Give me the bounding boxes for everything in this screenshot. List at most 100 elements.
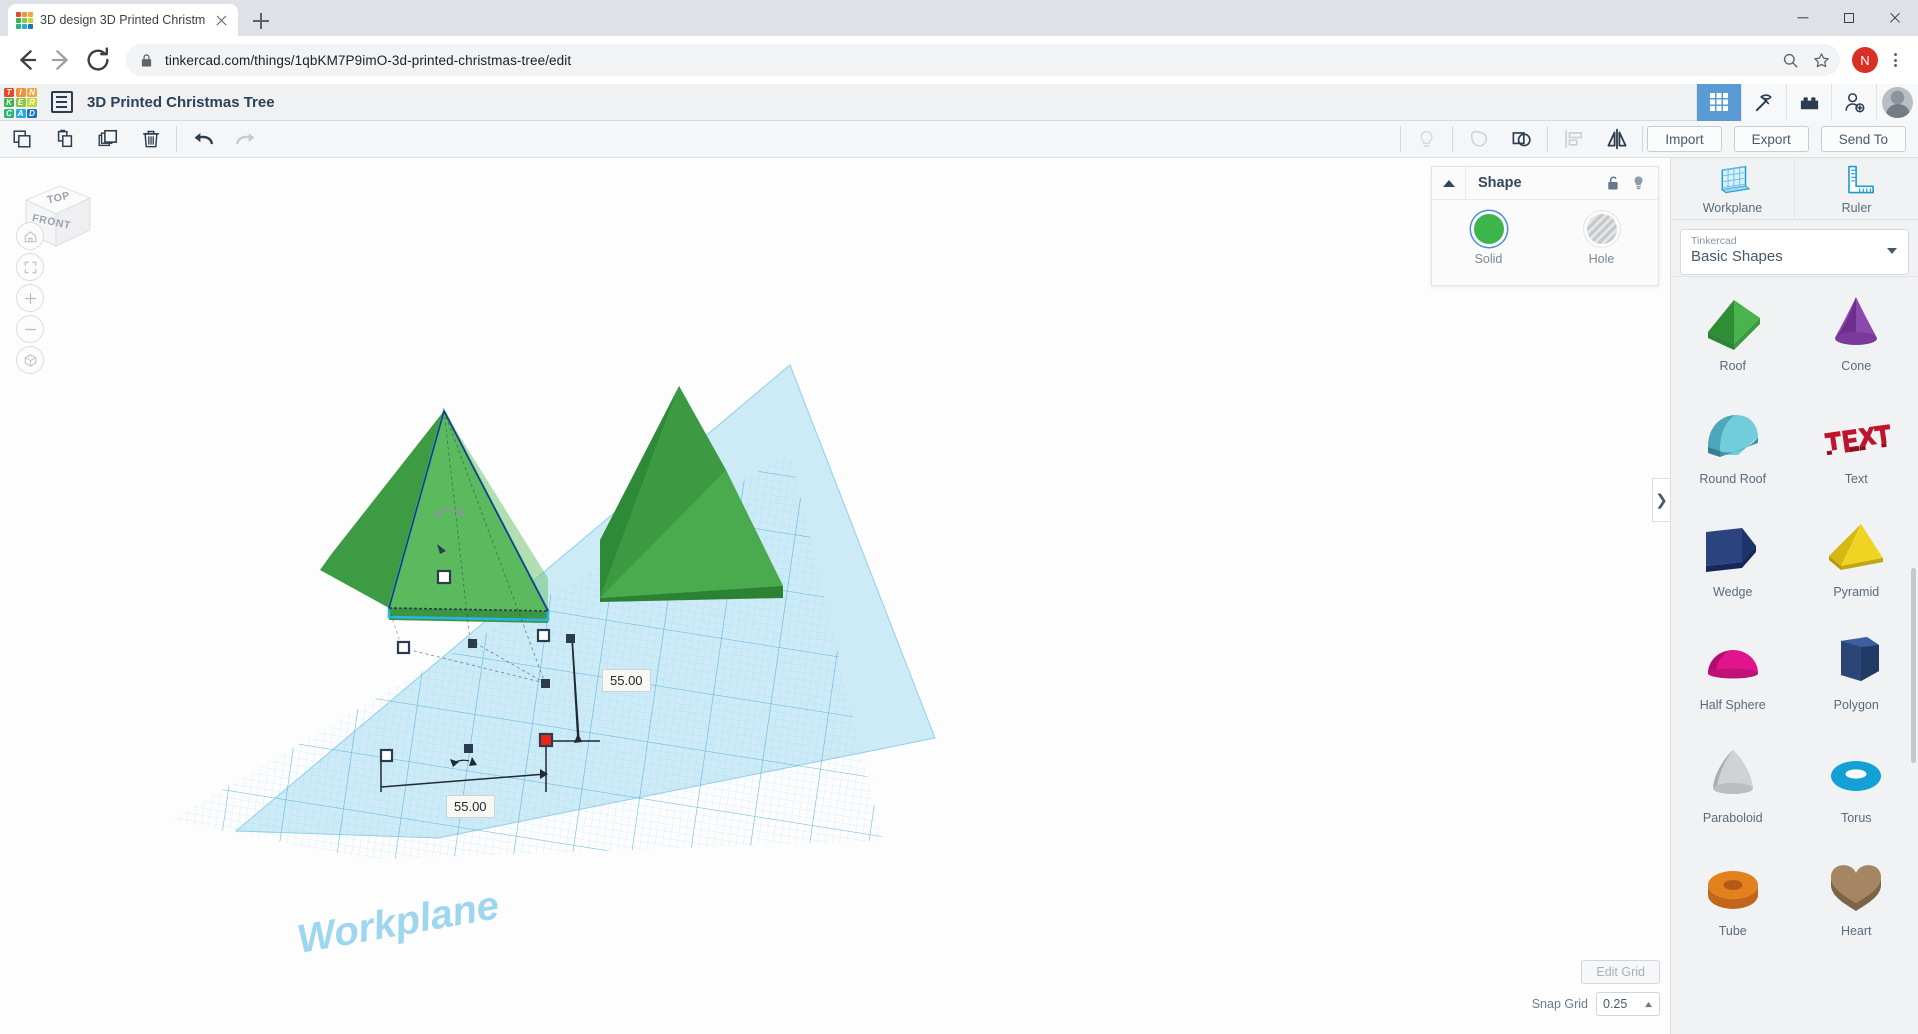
toolbar-divider — [1400, 126, 1402, 152]
close-icon[interactable] — [213, 12, 230, 29]
send-to-button[interactable]: Send To — [1820, 126, 1906, 152]
shape-item-text[interactable]: Text — [1795, 390, 1918, 503]
dropdown-supertitle: Tinkercad — [1691, 235, 1737, 247]
undo-icon[interactable] — [181, 121, 224, 158]
ruler-tool-label: Ruler — [1841, 200, 1872, 215]
app-header: TIN KER CAD 3D Printed Christmas Tree — [0, 83, 1918, 121]
import-button[interactable]: Import — [1647, 126, 1722, 152]
blocks-icon[interactable] — [1786, 83, 1831, 121]
shape-panel-title: Shape — [1478, 175, 1522, 191]
shape-library-sidebar: Workplane Ruler Tinkercad Basic Shapes R… — [1670, 158, 1918, 1034]
shape-item-roof[interactable]: Roof — [1671, 277, 1795, 390]
tinkercad-application: 3D design 3D Printed Christmas T — [0, 0, 1918, 1034]
kebab-menu-icon[interactable] — [1882, 47, 1908, 73]
shape-item-tube[interactable]: Tube — [1671, 842, 1795, 955]
shape-label: Paraboloid — [1702, 811, 1763, 825]
resize-handle-corner — [396, 640, 411, 655]
shape-item-pyramid[interactable]: Pyramid — [1795, 503, 1918, 616]
solid-option[interactable]: Solid — [1432, 214, 1545, 266]
cone-shape-icon — [1817, 291, 1895, 353]
header-actions — [1696, 83, 1918, 121]
user-avatar[interactable] — [1876, 83, 1918, 121]
minimize-icon[interactable] — [1780, 0, 1826, 36]
midpoint-handle — [566, 634, 575, 643]
dimension-label-depth[interactable]: 55.00 — [602, 669, 651, 692]
shape-collection-dropdown[interactable]: Tinkercad Basic Shapes — [1680, 229, 1909, 275]
workplane-watermark: Workplane — [294, 883, 502, 962]
shape-panel-header: Shape — [1432, 166, 1658, 200]
duplicate-icon[interactable] — [86, 121, 129, 158]
group-icon[interactable] — [1500, 121, 1543, 158]
snap-grid-input[interactable]: 0.25 — [1596, 992, 1660, 1016]
forward-arrow-icon[interactable] — [46, 44, 78, 76]
shape-item-half-sphere[interactable]: Half Sphere — [1671, 616, 1795, 729]
edit-grid-button[interactable]: Edit Grid — [1581, 960, 1660, 984]
unlock-icon[interactable] — [1606, 175, 1621, 191]
list-menu-icon[interactable] — [51, 91, 73, 113]
shape-item-round-roof[interactable]: Round Roof — [1671, 390, 1795, 503]
shape-item-wedge[interactable]: Wedge — [1671, 503, 1795, 616]
hole-swatch[interactable] — [1586, 214, 1617, 244]
paste-icon[interactable] — [43, 121, 86, 158]
close-icon[interactable] — [1872, 0, 1918, 36]
pyramid-shape-icon — [1817, 517, 1895, 579]
shape-item-cone[interactable]: Cone — [1795, 277, 1918, 390]
grid-apps-icon[interactable] — [1696, 83, 1741, 121]
toolbar-right-group: Import Export Send To — [1396, 121, 1918, 158]
workplane-tool[interactable]: Workplane — [1671, 158, 1795, 219]
snap-grid-control: Snap Grid 0.25 — [1532, 992, 1660, 1016]
torus-shape-icon — [1817, 743, 1895, 805]
maximize-icon[interactable] — [1826, 0, 1872, 36]
edit-grid-label[interactable]: Edit Grid — [1581, 960, 1660, 984]
dimension-label-width[interactable]: 55.00 — [446, 795, 495, 818]
browser-tab[interactable]: 3D design 3D Printed Christmas T — [8, 4, 238, 36]
resize-handle-corner — [536, 628, 551, 643]
workplane-grid-icon — [1721, 165, 1750, 193]
shape-label: Polygon — [1833, 698, 1879, 712]
sidebar-tools: Workplane Ruler — [1671, 158, 1918, 220]
solid-swatch[interactable] — [1473, 214, 1504, 244]
collapse-triangle-icon[interactable] — [1432, 166, 1466, 200]
3d-viewport[interactable]: TOP FRONT Workplane 55.00 55.00 ❯ Edit G… — [0, 158, 1670, 1034]
ruler-tool[interactable]: Ruler — [1795, 158, 1918, 219]
shape-item-torus[interactable]: Torus — [1795, 729, 1918, 842]
shape-item-paraboloid[interactable]: Paraboloid — [1671, 729, 1795, 842]
hole-option[interactable]: Hole — [1545, 214, 1658, 266]
text-shape-icon — [1817, 404, 1895, 466]
export-button[interactable]: Export — [1733, 126, 1809, 152]
add-person-icon[interactable] — [1831, 83, 1876, 121]
plus-icon[interactable] — [248, 8, 274, 34]
hole-label: Hole — [1588, 252, 1615, 266]
copy-icon[interactable] — [0, 121, 43, 158]
reload-icon[interactable] — [82, 44, 114, 76]
shape-label: Wedge — [1713, 585, 1753, 599]
shape-properties-panel: Shape Solid Hole — [1431, 166, 1659, 286]
tinkercad-logo[interactable]: TIN KER CAD — [2, 86, 39, 119]
shape-item-polygon[interactable]: Polygon — [1795, 616, 1918, 729]
caret-down-icon[interactable] — [1887, 248, 1897, 254]
shape-item-heart[interactable]: Heart — [1795, 842, 1918, 955]
search-icon[interactable] — [1782, 52, 1799, 69]
lightbulb-icon[interactable] — [1631, 175, 1646, 191]
lock-icon — [141, 53, 152, 67]
browser-profile-avatar[interactable]: N — [1852, 47, 1878, 73]
caret-up-icon[interactable] — [1644, 1001, 1653, 1008]
shape-label: Roof — [1719, 359, 1746, 373]
redo-icon — [224, 121, 267, 158]
chevron-right-icon[interactable]: ❯ — [1652, 478, 1670, 522]
shape-label: Pyramid — [1833, 585, 1880, 599]
sidebar-scrollbar[interactable] — [1911, 568, 1916, 763]
window-controls — [1780, 0, 1918, 36]
delete-trash-icon[interactable] — [129, 121, 172, 158]
back-arrow-icon[interactable] — [10, 44, 42, 76]
star-icon[interactable] — [1813, 52, 1830, 69]
mirror-icon[interactable] — [1595, 121, 1638, 158]
shape-type-options: Solid Hole — [1432, 200, 1658, 266]
lightbulb-icon — [1405, 121, 1448, 158]
shape-library-grid: Roof Cone Round Roof Text Wedge Pyramid … — [1671, 276, 1918, 1034]
pickaxe-icon[interactable] — [1741, 83, 1786, 121]
address-bar[interactable]: tinkercad.com/things/1qbKM7P9imO-3d-prin… — [126, 44, 1840, 76]
scene-render[interactable]: Workplane — [0, 158, 1670, 1034]
dropdown-value: Basic Shapes — [1691, 248, 1783, 265]
snap-grid-value: 0.25 — [1603, 997, 1628, 1011]
